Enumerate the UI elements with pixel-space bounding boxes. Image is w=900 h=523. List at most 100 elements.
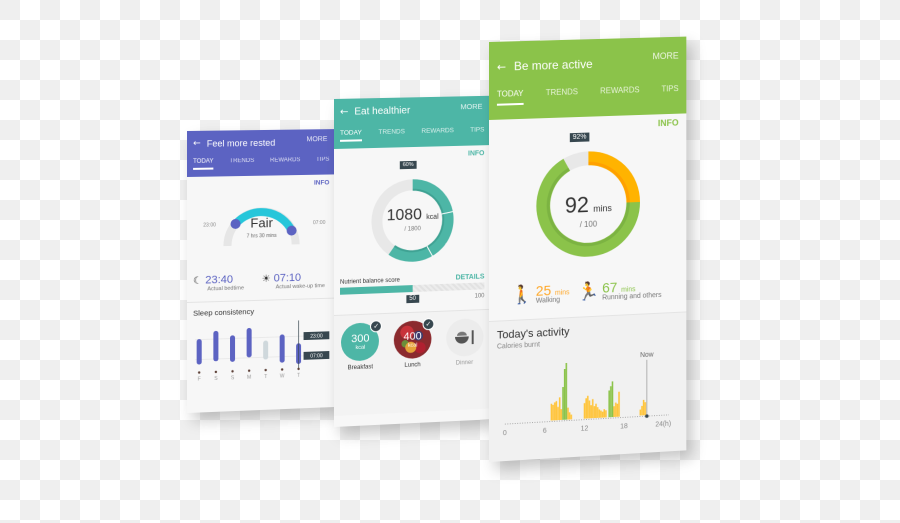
back-arrow-icon[interactable]: ← <box>497 60 506 73</box>
back-arrow-icon[interactable]: ← <box>193 139 201 149</box>
calorie-ring: 60% 1080 kcal / 1800 <box>334 157 490 279</box>
bar-walking <box>593 406 596 419</box>
day-dot <box>264 368 267 371</box>
dinner-label: Dinner <box>455 359 474 367</box>
sleep-bar <box>279 333 285 363</box>
more-button[interactable]: MORE <box>460 102 482 111</box>
bar-walking <box>590 405 592 419</box>
walking-unit: mins <box>554 289 570 297</box>
tab-rewards[interactable]: REWARDS <box>600 85 639 102</box>
breakfast-kcal: 300 <box>351 332 370 345</box>
now-label: Now <box>640 351 654 359</box>
meal-lunch[interactable]: 400 kcal ✓ Lunch <box>391 317 435 413</box>
day-dot <box>297 367 300 370</box>
bar-walking <box>567 407 569 420</box>
bar-walking <box>603 409 606 418</box>
meal-breakfast[interactable]: 300 kcal ✓ Breakfast <box>338 320 383 416</box>
bar-walking <box>552 404 554 421</box>
wakeup-block: ☀ 07:10 Actual wake-up time <box>262 271 330 291</box>
bar-walking <box>595 403 597 419</box>
tab-tips[interactable]: TIPS <box>661 84 678 100</box>
check-icon: ✓ <box>422 317 435 331</box>
screen-title: Eat healthier <box>354 105 411 118</box>
tab-today[interactable]: TODAY <box>340 129 362 142</box>
tab-tips[interactable]: TIPS <box>470 126 484 138</box>
bar-running <box>608 390 610 418</box>
breakfast-unit: kcal <box>355 344 366 351</box>
calorie-unit: kcal <box>426 213 439 222</box>
wakeup-label: Actual wake-up time <box>275 283 325 291</box>
more-button[interactable]: MORE <box>653 51 679 62</box>
sleep-screen: ← Feel more rested MORE TODAY TRENDS REW… <box>187 129 336 414</box>
bar-walking <box>570 414 573 420</box>
breakfast-label: Breakfast <box>347 364 373 372</box>
bar-walking <box>591 399 594 419</box>
running-label: Running and others <box>602 291 662 302</box>
lunch-photo: 400 kcal ✓ <box>393 317 435 360</box>
percent-badge: 60% <box>399 160 417 170</box>
more-button[interactable]: MORE <box>307 136 328 143</box>
sleep-bar <box>213 330 219 361</box>
day-label: T <box>297 372 300 378</box>
day-dot <box>280 367 284 371</box>
bowl-utensil-icon <box>454 330 474 345</box>
tab-trends[interactable]: TRENDS <box>229 158 254 169</box>
tab-bar: TODAY TRENDS REWARDS TIPS <box>496 84 679 106</box>
sleep-header: ← Feel more rested MORE TODAY TRENDS REW… <box>187 129 336 177</box>
lunch-label: Lunch <box>404 362 421 369</box>
day-dot <box>247 369 251 372</box>
day-dot <box>231 369 234 373</box>
bar-walking <box>601 411 604 418</box>
wakeup-value: 07:10 <box>273 271 302 285</box>
activity-ring: 92% 92 mins / 100 <box>489 127 686 282</box>
bar-walking <box>557 406 559 421</box>
day-label: F <box>198 376 201 382</box>
tab-rewards[interactable]: REWARDS <box>270 157 300 168</box>
sleep-gauge: 23:00 07:00 Fair 7 hrs 30 mins <box>187 186 335 259</box>
back-arrow-icon[interactable]: ← <box>340 107 348 118</box>
tab-today[interactable]: TODAY <box>193 158 214 170</box>
bar-walking <box>605 410 607 418</box>
bar-walking <box>618 391 620 417</box>
bar-walking <box>644 402 647 416</box>
meals-row: 300 kcal ✓ Breakfast 400 kcal ✓ Lunch Di… <box>334 309 491 416</box>
bedtime-block: ☾ 23:40 Actual bedtime <box>193 273 262 293</box>
bar-running <box>610 386 612 418</box>
eat-header: ← Eat healthier MORE TODAY TRENDS REWARD… <box>334 95 491 149</box>
screen-title: Feel more rested <box>206 137 276 149</box>
meal-dinner[interactable]: Dinner <box>443 317 486 411</box>
tab-rewards[interactable]: REWARDS <box>421 127 453 140</box>
x-tick-label: 6 <box>543 428 547 435</box>
lunch-kcal: 400 <box>403 329 422 343</box>
minutes-number: 92 <box>564 192 589 218</box>
bar-walking <box>553 402 556 421</box>
eat-screen: ← Eat healthier MORE TODAY TRENDS REWARD… <box>334 95 491 427</box>
tab-trends[interactable]: TRENDS <box>546 87 578 104</box>
bar-walking <box>568 412 571 420</box>
bar-walking <box>583 403 586 419</box>
bar-walking <box>598 409 601 418</box>
tab-today[interactable]: TODAY <box>496 88 524 106</box>
percent-badge: 92% <box>569 132 590 143</box>
bar-walking <box>587 395 589 419</box>
dinner-circle <box>445 317 484 358</box>
nutrient-balance: Nutrient balance score DETAILS 50 100 <box>334 273 490 309</box>
bar-walking <box>585 398 587 419</box>
bar-walking <box>641 405 643 416</box>
tab-tips[interactable]: TIPS <box>316 157 329 168</box>
bar-walking <box>560 409 563 420</box>
bar-walking <box>558 397 561 421</box>
sunrise-icon: ☀ <box>261 273 271 285</box>
details-button[interactable]: DETAILS <box>456 274 485 282</box>
breakfast-circle: 300 kcal ✓ <box>341 320 383 362</box>
consistency-svg: F S S M T W T 23:00 07:00 <box>187 319 330 382</box>
bar-running <box>563 368 566 420</box>
bar-running <box>611 381 614 418</box>
tab-trends[interactable]: TRENDS <box>378 128 405 141</box>
calories-chart: Now 0 6 12 18 24(h) <box>497 351 671 437</box>
bedtime-label: Actual bedtime <box>207 285 244 293</box>
day-dot <box>214 370 218 373</box>
sleep-bar <box>196 339 203 365</box>
sleep-bar <box>246 327 252 358</box>
day-label: T <box>264 374 267 380</box>
